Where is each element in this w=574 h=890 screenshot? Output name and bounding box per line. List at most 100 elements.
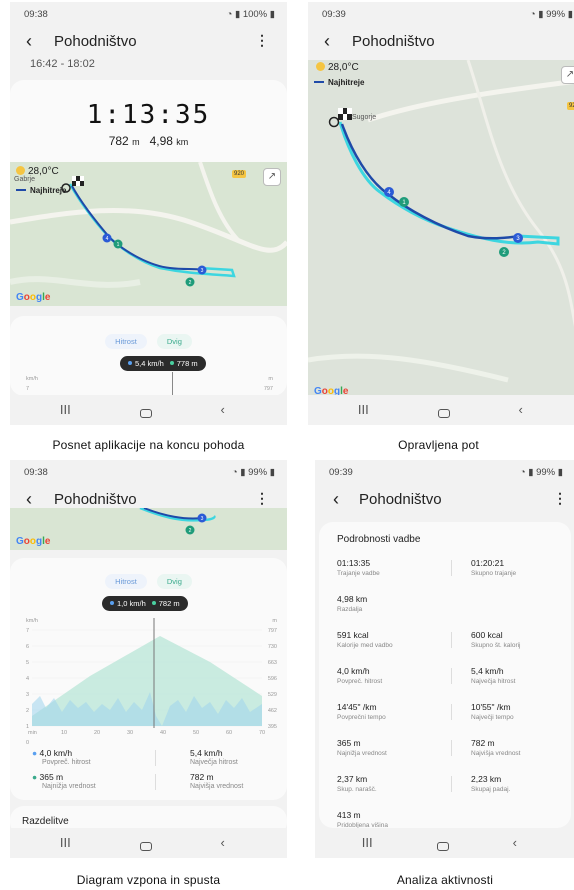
nav-back-icon[interactable]: ‹ bbox=[513, 835, 517, 850]
nav-back-icon[interactable]: ‹ bbox=[221, 835, 225, 850]
detail-item: 4,0 km/h Povpreč. hitrost bbox=[337, 666, 447, 685]
recent-apps-icon[interactable]: III bbox=[358, 402, 369, 417]
section-title: Razdelitve bbox=[22, 816, 69, 827]
road-badge: 920 bbox=[566, 102, 574, 110]
status-bar: 09:39 ◔ ▮ 99% ▮ bbox=[315, 460, 574, 482]
tab-altitude[interactable]: Dvig bbox=[156, 334, 192, 349]
axis-left-unit: km/h bbox=[26, 618, 38, 624]
distance-elevation: 782 m 4,98 km bbox=[108, 134, 189, 148]
tab-altitude[interactable]: Dvig bbox=[156, 574, 192, 589]
detail-value: 14'45" /km bbox=[337, 702, 377, 712]
axis-x-tick: 50 bbox=[193, 730, 200, 736]
axis-left-tick: 5 bbox=[26, 660, 30, 666]
road-badge: 920 bbox=[232, 170, 247, 178]
map-svg: 3 2 bbox=[139, 508, 216, 535]
expand-map-icon[interactable]: ↗ bbox=[561, 66, 574, 84]
chart-tooltip: 1,0 km/h 782 m bbox=[102, 596, 188, 611]
axis-right-tick: 395 bbox=[267, 724, 277, 730]
status-bar: 09:38 ◔ ▮ 99% ▮ bbox=[10, 460, 287, 482]
tab-speed[interactable]: Hitrost bbox=[105, 574, 147, 589]
detail-value: 5,4 km/h bbox=[471, 666, 504, 676]
more-vert-icon[interactable]: ⋮ bbox=[553, 490, 567, 507]
divider bbox=[451, 632, 452, 648]
back-arrow-icon[interactable]: ‹ bbox=[333, 489, 339, 510]
workout-details-card: Podrobnosti vadbe 01:13:35 Trajanje vadbe… bbox=[319, 522, 571, 829]
more-vert-icon[interactable]: ⋮ bbox=[255, 32, 269, 49]
recent-apps-icon[interactable]: III bbox=[60, 835, 71, 850]
back-arrow-icon[interactable]: ‹ bbox=[26, 31, 32, 52]
app-bar: ‹ Pohodništvo bbox=[308, 28, 574, 58]
back-arrow-icon[interactable]: ‹ bbox=[324, 31, 330, 52]
chart-tooltip: 5,4 km/h 778 m bbox=[120, 356, 206, 371]
stat-item: 5,4 km/h Največja hitrost bbox=[190, 748, 238, 766]
divider bbox=[451, 704, 452, 720]
nav-back-icon[interactable]: ‹ bbox=[221, 402, 225, 417]
route-map[interactable]: 3 2 Google bbox=[10, 508, 287, 550]
detail-label: Skupaj padaj. bbox=[471, 786, 511, 793]
axis-x-tick: 40 bbox=[160, 730, 167, 736]
caption-3: Diagram vzpona in spusta bbox=[76, 873, 221, 887]
more-vert-icon[interactable]: ⋮ bbox=[255, 490, 269, 507]
detail-label: Razdalja bbox=[337, 606, 363, 613]
axis-left-top: 7 bbox=[26, 386, 30, 392]
axis-right-top: 797 bbox=[263, 386, 273, 392]
detail-value: 10'55" /km bbox=[471, 702, 511, 712]
nav-back-icon[interactable]: ‹ bbox=[519, 402, 523, 417]
axis-right-tick: 730 bbox=[267, 644, 277, 650]
axis-x-tick: 30 bbox=[127, 730, 134, 736]
page-title: Pohodništvo bbox=[352, 33, 435, 50]
recent-apps-icon[interactable]: III bbox=[60, 402, 71, 417]
chart-card: Hitrost Dvig 1,0 km/h 782 m km/h m 7 6 5 4 3 2… bbox=[10, 558, 287, 800]
back-arrow-icon[interactable]: ‹ bbox=[26, 489, 32, 510]
detail-label: Povprečni tempo bbox=[337, 714, 386, 721]
axis-left-tick: 2 bbox=[26, 708, 30, 714]
chart-cursor-line bbox=[172, 372, 173, 396]
time-range: 16:42 - 18:02 bbox=[30, 58, 95, 70]
screenshot-elevation-chart: 09:38 ◔ ▮ 99% ▮ ‹ Pohodništvo ⋮ 3 2 Goog… bbox=[10, 460, 287, 858]
axis-right-unit: m bbox=[272, 618, 277, 624]
route-map[interactable]: 4 1 3 2 28,0°C Gabrje Najhitreje ↗ 920 G… bbox=[10, 162, 287, 306]
svg-text:1: 1 bbox=[117, 242, 120, 248]
detail-label: Trajanje vadbe bbox=[337, 570, 380, 577]
axis-x-tick: min bbox=[28, 730, 37, 736]
detail-value: 365 m bbox=[337, 738, 361, 748]
status-time: 09:38 bbox=[24, 467, 48, 478]
detail-item: 591 kcal Kalorije med vadbo bbox=[337, 630, 447, 649]
detail-value: 4,0 km/h bbox=[337, 666, 370, 676]
screenshot-activity-analysis: 09:39 ◔ ▮ 99% ▮ ‹ Pohodništvo ⋮ Podrobno… bbox=[315, 460, 574, 858]
svg-text:2: 2 bbox=[189, 528, 192, 534]
route-map-full[interactable]: 4 1 3 2 28,0°C Najhitreje Sugorje ↗ 920 … bbox=[308, 60, 574, 400]
detail-label: Največja hitrost bbox=[471, 678, 516, 685]
axis-right-tick: 797 bbox=[267, 628, 277, 634]
page-title: Pohodništvo bbox=[54, 491, 137, 508]
status-time: 09:38 bbox=[24, 9, 48, 20]
expand-map-icon[interactable]: ↗ bbox=[263, 168, 281, 186]
detail-label: Skupno št. kalorij bbox=[471, 642, 521, 649]
axis-left-tick: 4 bbox=[26, 676, 30, 682]
axis-x-tick: 10 bbox=[61, 730, 68, 736]
caption-1: Posnet aplikacije na koncu pohoda bbox=[52, 438, 245, 452]
recent-apps-icon[interactable]: III bbox=[362, 835, 373, 850]
detail-item: 14'45" /km Povprečni tempo bbox=[337, 702, 447, 721]
detail-value: 2,23 km bbox=[471, 774, 502, 784]
route-path-light bbox=[338, 121, 560, 246]
page-title: Pohodništvo bbox=[54, 33, 137, 50]
status-bar: 09:39 ◔ ▮ 99% ▮ bbox=[308, 2, 574, 24]
detail-item: 4,98 km Razdalja bbox=[337, 594, 447, 613]
detail-value: 01:20:21 bbox=[471, 558, 505, 568]
status-time: 09:39 bbox=[322, 9, 346, 20]
axis-left-tick: 6 bbox=[26, 644, 30, 650]
detail-label: Kalorije med vadbo bbox=[337, 642, 393, 649]
system-nav-bar: III ‹ bbox=[315, 828, 574, 858]
sun-icon bbox=[316, 62, 325, 71]
detail-item: 2,37 km Skup. narašč. bbox=[337, 774, 447, 793]
details-title: Podrobnosti vadbe bbox=[337, 534, 421, 545]
duration-value: 1:13:35 bbox=[86, 100, 211, 130]
detail-label: Skup. narašč. bbox=[337, 786, 377, 793]
tab-speed[interactable]: Hitrost bbox=[105, 334, 147, 349]
status-bar: 09:38 ◔ ▮ 100% ▮ bbox=[10, 2, 287, 24]
axis-right-unit: m bbox=[268, 376, 273, 382]
caption-2: Opravljena pot bbox=[398, 438, 479, 452]
system-nav-bar: III ‹ bbox=[308, 395, 574, 425]
axis-right-tick: 663 bbox=[267, 660, 277, 666]
